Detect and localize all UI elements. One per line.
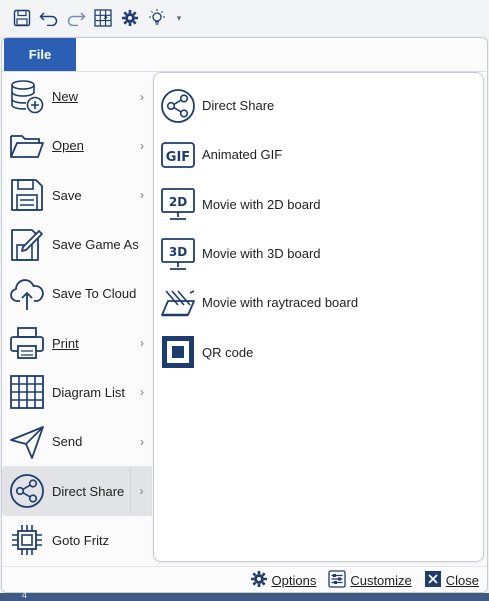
quick-access-toolbar: ▾ bbox=[0, 0, 489, 36]
close-button[interactable]: Close bbox=[424, 570, 479, 591]
menu-item-goto-fritz[interactable]: Goto Fritz bbox=[2, 516, 152, 565]
monitor-3d-icon: 3D bbox=[159, 235, 197, 273]
submenu-label: Movie with 2D board bbox=[202, 196, 321, 212]
submenu-item-movie-3d[interactable]: 3D Movie with 3D board bbox=[154, 229, 483, 278]
submenu-label: QR code bbox=[202, 344, 254, 360]
folder-open-icon bbox=[8, 127, 46, 165]
submenu-item-movie-raytraced[interactable]: Movie with raytraced board bbox=[154, 278, 483, 327]
chevron-right-icon: › bbox=[140, 188, 144, 203]
direct-share-submenu: Direct Share GIF Animated GIF 2D Movie w… bbox=[153, 72, 484, 562]
submenu-item-direct-share[interactable]: Direct Share bbox=[154, 81, 483, 130]
close-label: Close bbox=[445, 573, 479, 588]
chevron-right-icon: › bbox=[140, 336, 144, 351]
share-icon bbox=[8, 472, 46, 510]
undo-icon[interactable] bbox=[38, 7, 60, 29]
svg-text:3D: 3D bbox=[169, 245, 187, 259]
submenu-label: Direct Share bbox=[202, 98, 275, 114]
menu-label-send: Send bbox=[52, 434, 83, 450]
database-add-icon bbox=[8, 78, 46, 116]
bulb-icon[interactable] bbox=[146, 7, 168, 29]
submenu-label: Movie with 3D board bbox=[202, 246, 321, 262]
cloud-upload-icon bbox=[8, 275, 46, 313]
menu-label-open: Open bbox=[52, 138, 84, 154]
qat-dropdown-icon[interactable]: ▾ bbox=[173, 7, 185, 29]
menu-label-save-game-as: Save Game As bbox=[52, 237, 139, 253]
monitor-2d-icon: 2D bbox=[159, 185, 197, 223]
chevron-right-icon: › bbox=[140, 385, 144, 400]
menu-label-print: Print bbox=[52, 335, 79, 351]
backstage-panel: File New › Open › Save › Save Game As Sa… bbox=[1, 37, 488, 593]
save-as-icon bbox=[8, 226, 46, 264]
menu-label-diagram-list: Diagram List bbox=[52, 384, 125, 400]
chip-icon bbox=[8, 521, 46, 559]
menu-item-new[interactable]: New › bbox=[2, 72, 152, 121]
options-label: Options bbox=[271, 573, 317, 588]
customize-label: Customize bbox=[350, 573, 412, 588]
svg-text:2D: 2D bbox=[169, 195, 187, 209]
board-icon[interactable] bbox=[92, 7, 114, 29]
redo-icon[interactable] bbox=[65, 7, 87, 29]
menu-label-goto-fritz: Goto Fritz bbox=[52, 532, 110, 548]
menu-item-send[interactable]: Send › bbox=[2, 417, 152, 466]
menu-item-save[interactable]: Save › bbox=[2, 171, 152, 220]
qr-code-icon bbox=[159, 333, 197, 371]
paper-plane-icon bbox=[8, 423, 46, 461]
customize-button[interactable]: Customize bbox=[328, 570, 412, 591]
svg-text:GIF: GIF bbox=[166, 150, 190, 165]
menu-label-new: New bbox=[52, 89, 79, 105]
background-board-strip: 4 bbox=[0, 590, 489, 601]
file-tab[interactable]: File bbox=[4, 38, 76, 71]
menu-item-save-to-cloud[interactable]: Save To Cloud bbox=[2, 269, 152, 318]
menu-item-print[interactable]: Print › bbox=[2, 318, 152, 367]
chevron-right-icon: › bbox=[140, 434, 144, 449]
save-icon[interactable] bbox=[11, 7, 33, 29]
board-rank-number: 4 bbox=[22, 590, 28, 600]
grid-icon bbox=[8, 373, 46, 411]
menu-label-save: Save bbox=[52, 187, 82, 203]
settings-gear-icon[interactable] bbox=[119, 7, 141, 29]
gif-icon: GIF bbox=[159, 136, 197, 174]
chevron-right-icon: › bbox=[140, 138, 144, 153]
submenu-label: Animated GIF bbox=[202, 147, 283, 163]
gear-icon bbox=[250, 570, 268, 591]
submenu-item-movie-2d[interactable]: 2D Movie with 2D board bbox=[154, 180, 483, 229]
options-button[interactable]: Options bbox=[250, 570, 317, 591]
floppy-disk-icon bbox=[8, 176, 46, 214]
share-icon bbox=[159, 87, 197, 125]
menu-label-save-to-cloud: Save To Cloud bbox=[52, 286, 137, 302]
submenu-item-animated-gif[interactable]: GIF Animated GIF bbox=[154, 130, 483, 179]
submenu-item-qr-code[interactable]: QR code bbox=[154, 327, 483, 376]
backstage-menu: New › Open › Save › Save Game As Save To… bbox=[2, 72, 152, 565]
sliders-icon bbox=[328, 570, 346, 591]
menu-item-save-game-as[interactable]: Save Game As bbox=[2, 220, 152, 269]
menu-item-open[interactable]: Open › bbox=[2, 121, 152, 170]
chevron-right-icon: › bbox=[130, 468, 152, 515]
raytraced-board-icon bbox=[159, 284, 197, 322]
menu-item-diagram-list[interactable]: Diagram List › bbox=[2, 368, 152, 417]
submenu-label: Movie with raytraced board bbox=[202, 295, 359, 311]
printer-icon bbox=[8, 324, 46, 362]
close-icon bbox=[424, 570, 442, 591]
backstage-bottom-bar: Options Customize Close bbox=[2, 566, 487, 592]
menu-item-direct-share[interactable]: Direct Share › bbox=[2, 466, 152, 516]
chevron-right-icon: › bbox=[140, 89, 144, 104]
